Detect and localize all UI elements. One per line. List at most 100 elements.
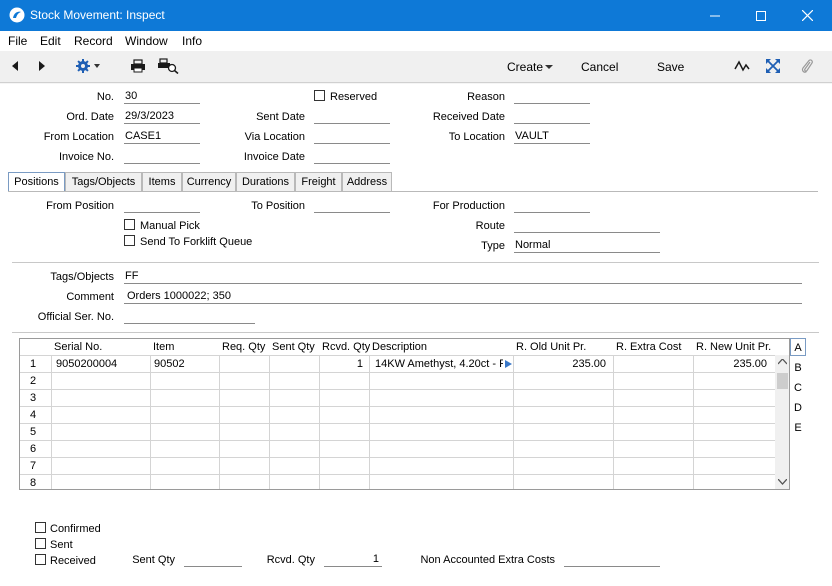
via-location-field[interactable] [314, 130, 390, 144]
invoice-date-field[interactable] [314, 150, 390, 164]
scroll-down-icon[interactable] [778, 479, 787, 485]
confirmed-checkbox[interactable] [35, 522, 46, 533]
column-header-extra-cost[interactable]: R. Extra Cost [616, 339, 694, 355]
grid-side-tab-e[interactable]: E [790, 418, 806, 436]
sent-date-field[interactable] [314, 110, 390, 124]
previous-record-button[interactable] [8, 59, 22, 73]
activity-button[interactable] [734, 59, 750, 73]
grid-side-tab-d[interactable]: D [790, 398, 806, 416]
menu-window[interactable]: Window [125, 34, 168, 48]
cell-extra-cost[interactable] [615, 356, 691, 373]
minimize-button[interactable] [692, 0, 738, 31]
section-divider [12, 262, 819, 263]
column-header-rcvd-qty[interactable]: Rcvd. Qty [322, 339, 370, 355]
attachment-button[interactable] [799, 58, 815, 74]
grid-side-tab-b[interactable]: B [790, 358, 806, 376]
print-button[interactable] [130, 58, 146, 74]
window-title: Stock Movement: Inspect [30, 8, 165, 22]
row-number[interactable]: 2 [20, 373, 46, 390]
official-ser-no-field[interactable] [124, 310, 255, 324]
column-header-new-unit-price[interactable]: R. New Unit Pr. [696, 339, 776, 355]
cell-old-unit-price[interactable]: 235.00 [515, 356, 606, 373]
received-checkbox[interactable] [35, 554, 46, 565]
column-header-req-qty[interactable]: Req. Qty [222, 339, 270, 355]
column-header-old-unit-price[interactable]: R. Old Unit Pr. [516, 339, 612, 355]
grid-scrollbar[interactable] [775, 355, 789, 489]
menu-edit[interactable]: Edit [40, 34, 61, 48]
printer-icon [131, 59, 145, 73]
reserved-checkbox[interactable] [314, 90, 325, 101]
row-number[interactable]: 1 [20, 356, 46, 373]
route-field[interactable] [514, 219, 660, 233]
expand-button[interactable] [765, 58, 781, 74]
tab-currency[interactable]: Currency [182, 172, 236, 191]
grid-side-tab-c[interactable]: C [790, 378, 806, 396]
reason-field[interactable] [514, 90, 590, 104]
row-number[interactable]: 5 [20, 424, 46, 441]
tags-objects-field[interactable]: FF [124, 270, 802, 284]
grid-side-tab-a[interactable]: A [790, 338, 806, 356]
for-production-label: For Production [432, 200, 505, 212]
tab-durations[interactable]: Durations [236, 172, 295, 191]
create-menu-button[interactable]: Create [507, 60, 543, 74]
column-header-sent-qty[interactable]: Sent Qty [272, 339, 320, 355]
text-overflow-arrow-icon[interactable] [505, 360, 512, 368]
cell-sent-qty[interactable] [271, 356, 317, 373]
row-number[interactable]: 7 [20, 458, 46, 475]
received-date-field[interactable] [514, 110, 590, 124]
close-button[interactable] [784, 0, 830, 31]
grid-line [20, 474, 775, 475]
row-number[interactable]: 4 [20, 407, 46, 424]
scroll-thumb[interactable] [777, 373, 788, 389]
scroll-up-icon[interactable] [778, 359, 787, 365]
row-number[interactable]: 8 [20, 475, 46, 489]
cell-item[interactable]: 90502 [154, 356, 216, 373]
menu-file[interactable]: File [8, 34, 27, 48]
tab-address[interactable]: Address [342, 172, 392, 191]
next-record-button[interactable] [35, 59, 49, 73]
invoice-no-label: Invoice No. [58, 151, 114, 163]
row-number[interactable]: 6 [20, 441, 46, 458]
cell-new-unit-price[interactable]: 235.00 [695, 356, 767, 373]
print-preview-button[interactable] [157, 58, 179, 74]
received-label: Received [50, 555, 96, 567]
grid-line [20, 389, 775, 390]
menu-info[interactable]: Info [182, 34, 202, 48]
to-position-field[interactable] [314, 199, 390, 213]
save-button[interactable]: Save [657, 60, 684, 74]
cell-rcvd-qty[interactable]: 1 [321, 356, 363, 373]
for-production-field[interactable] [514, 199, 590, 213]
tab-items[interactable]: Items [142, 172, 182, 191]
from-location-field[interactable]: CASE1 [124, 130, 200, 144]
tab-positions[interactable]: Positions [8, 172, 65, 192]
row-number[interactable]: 3 [20, 390, 46, 407]
to-position-label: To Position [251, 200, 305, 212]
type-field[interactable]: Normal [514, 239, 660, 253]
invoice-no-field[interactable] [124, 150, 200, 164]
comment-field[interactable]: Orders 1000022; 350 [124, 290, 802, 304]
cell-description[interactable]: 14KW Amethyst, 4.20ct - P [375, 356, 503, 373]
no-field[interactable]: 30 [124, 90, 200, 104]
column-header-description[interactable]: Description [372, 339, 514, 355]
cancel-button[interactable]: Cancel [581, 60, 618, 74]
chevron-down-icon [545, 65, 553, 69]
cell-req-qty[interactable] [221, 356, 267, 373]
sent-checkbox[interactable] [35, 538, 46, 549]
maximize-icon [756, 10, 766, 21]
operations-menu-button[interactable] [74, 58, 104, 74]
column-header-item[interactable]: Item [153, 339, 219, 355]
cell-serial-no[interactable]: 9050200004 [56, 356, 148, 373]
ord-date-field[interactable]: 29/3/2023 [124, 110, 200, 124]
manual-pick-checkbox[interactable] [124, 219, 135, 230]
to-location-field[interactable]: VAULT [514, 130, 590, 144]
maximize-button[interactable] [738, 0, 784, 31]
from-position-field[interactable] [124, 199, 200, 213]
forklift-queue-checkbox[interactable] [124, 235, 135, 246]
column-header-serial[interactable]: Serial No. [54, 339, 150, 355]
non-accounted-costs-field [564, 553, 660, 567]
tab-freight[interactable]: Freight [295, 172, 342, 191]
menu-record[interactable]: Record [74, 34, 113, 48]
sent-qty-field [184, 553, 242, 567]
tab-tags-objects[interactable]: Tags/Objects [65, 172, 142, 191]
sent-qty-label: Sent Qty [132, 554, 175, 566]
